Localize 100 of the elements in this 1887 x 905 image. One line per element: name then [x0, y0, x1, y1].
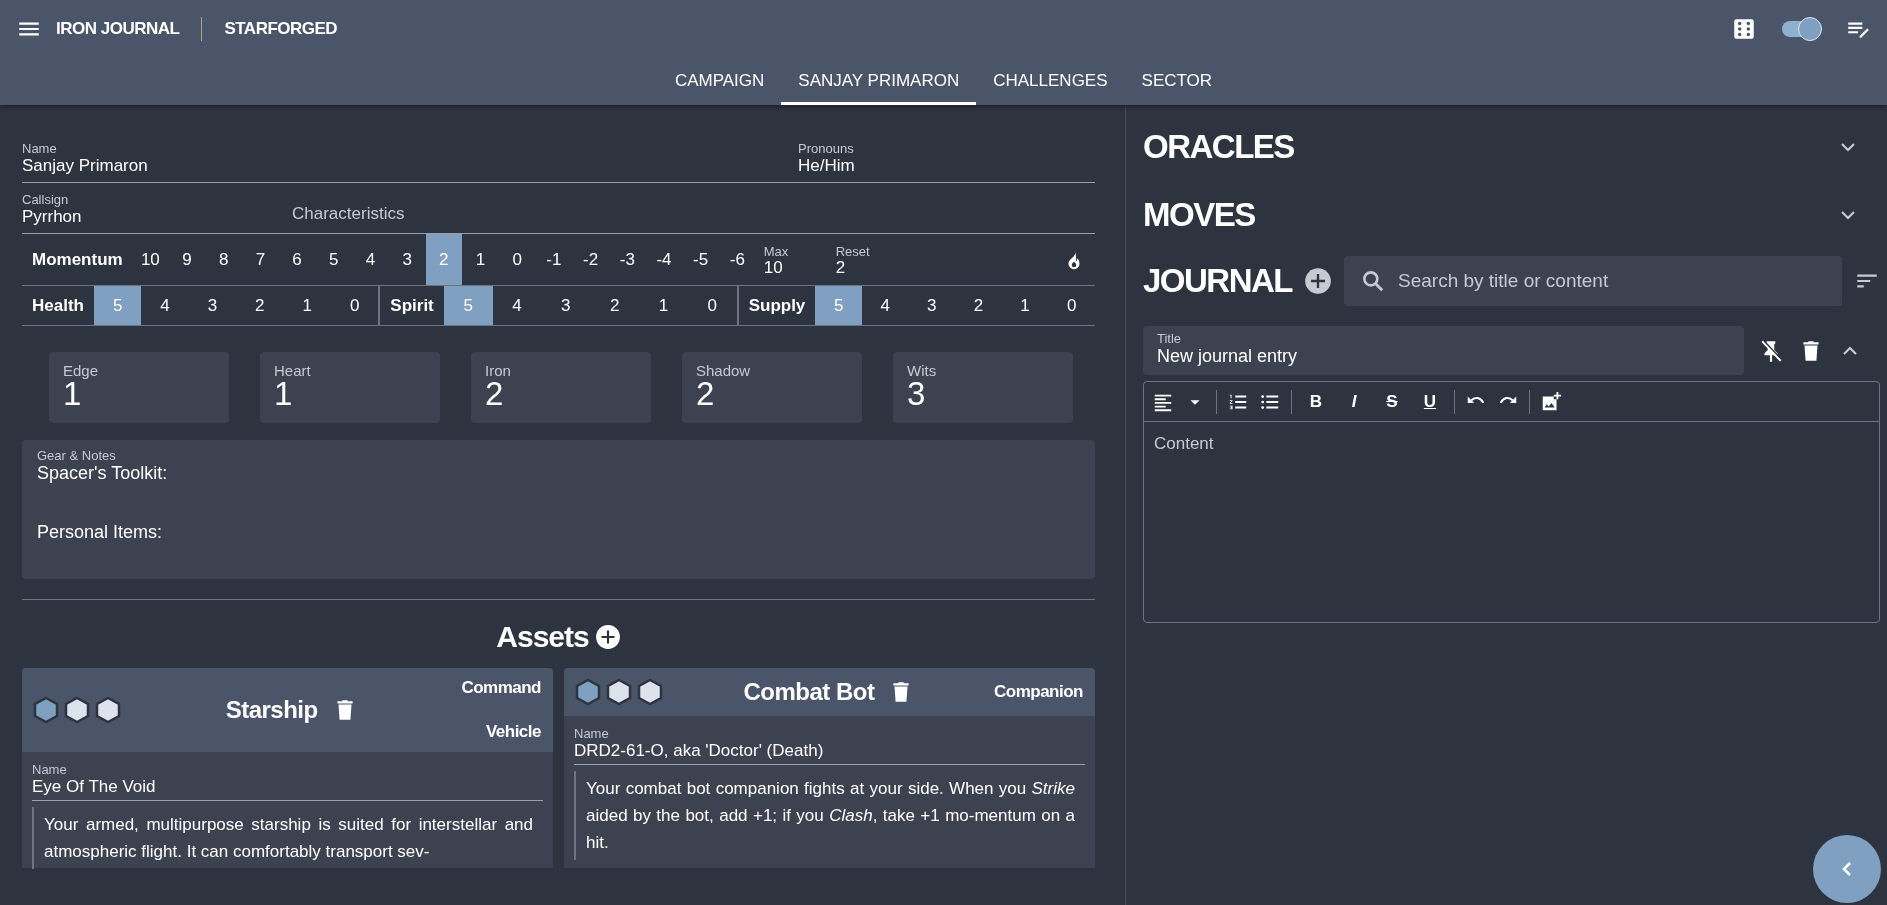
asset-type: Vehicle: [485, 722, 541, 742]
field-label: Name: [574, 726, 610, 741]
content-placeholder: Content: [1153, 433, 1215, 455]
track-value[interactable]: 7: [242, 234, 279, 285]
asset-title: Starship: [225, 696, 318, 724]
track-value[interactable]: 10: [132, 234, 169, 285]
section-heading: MOVES: [1143, 196, 1255, 234]
field-value[interactable]: 10: [763, 258, 828, 276]
stat-card[interactable]: Shadow 2: [682, 352, 862, 423]
stat-value: 1: [63, 379, 82, 409]
italic-button[interactable]: I: [1340, 387, 1368, 416]
track-value[interactable]: -6: [719, 234, 756, 285]
track-value[interactable]: 2: [955, 286, 1002, 325]
stat-card[interactable]: Wits 3: [893, 352, 1073, 423]
app-title: IRON JOURNAL: [56, 18, 180, 39]
stat-label: Heart: [274, 362, 312, 379]
track-value[interactable]: 3: [188, 286, 237, 325]
tab[interactable]: CAMPAIGN: [657, 57, 782, 105]
section-heading: JOURNAL: [1143, 262, 1292, 300]
notes-field[interactable]: Gear & Notes Spacer's Toolkit: Personal Items:: [22, 440, 1095, 579]
track-value[interactable]: 4: [352, 234, 389, 285]
section-heading: ORACLES: [1143, 128, 1294, 166]
section-heading: Assets: [496, 620, 589, 654]
field-label: Title: [1157, 331, 1183, 346]
track-value[interactable]: 3: [541, 286, 591, 325]
stat-label: Edge: [63, 362, 100, 379]
track-value[interactable]: 0: [1048, 286, 1095, 325]
stat-label: Shadow: [696, 362, 752, 379]
strikethrough-button[interactable]: S: [1378, 387, 1406, 416]
field-value[interactable]: Pyrrhon: [22, 207, 292, 227]
tab[interactable]: SECTOR: [1124, 57, 1230, 105]
stat-value: 2: [696, 379, 715, 409]
stat-card[interactable]: Heart 1: [260, 352, 440, 423]
rich-text-editor[interactable]: B I S U Content: [1143, 381, 1880, 623]
track-value[interactable]: 3: [388, 234, 426, 285]
hexagon-checkbox[interactable]: [636, 678, 664, 706]
track-value[interactable]: -4: [645, 234, 683, 285]
track-value[interactable]: 0: [687, 286, 737, 325]
track-label: Spirit: [389, 295, 435, 316]
field-label: Pronouns: [798, 141, 855, 156]
app-subtitle: STARFORGED: [224, 18, 338, 39]
add-icon[interactable]: [1304, 267, 1332, 295]
stat-label: Iron: [485, 362, 512, 379]
track-value[interactable]: 9: [168, 234, 206, 285]
track-value[interactable]: -2: [572, 234, 609, 285]
track-label: Momentum: [31, 249, 124, 270]
track-value[interactable]: 2: [590, 286, 640, 325]
asset-type: Companion: [994, 682, 1083, 702]
field-value[interactable]: He/Him: [798, 156, 1095, 176]
field-value[interactable]: 2: [835, 258, 900, 276]
track-value[interactable]: 4: [492, 286, 542, 325]
stat-card[interactable]: Edge 1: [49, 352, 229, 423]
track-value[interactable]: 5: [315, 234, 353, 285]
track-value[interactable]: 4: [861, 286, 909, 325]
track-value[interactable]: -5: [682, 234, 719, 285]
track-label: Supply: [747, 295, 807, 316]
field-value[interactable]: Sanjay Primaron: [22, 156, 798, 176]
field-label: Reset: [835, 243, 871, 259]
track-value[interactable]: 1: [639, 286, 688, 325]
search-field[interactable]: Search by title or content: [1344, 256, 1842, 306]
hexagon-checkbox[interactable]: [605, 678, 633, 706]
track-value[interactable]: 1: [462, 234, 499, 285]
bold-button[interactable]: B: [1302, 387, 1330, 416]
asset-title: Combat Bot: [743, 678, 875, 706]
asset-description: Your combat bot companion fights at your side. When you Strike aided by the bot, add +1; if you Clash, take +1 mo-mentum on a hit.: [574, 771, 1085, 860]
tab[interactable]: CHALLENGES: [976, 57, 1125, 105]
hexagon-checkbox[interactable]: [94, 696, 122, 724]
stat-card[interactable]: Iron 2: [471, 352, 651, 423]
track-value[interactable]: 8: [205, 234, 243, 285]
add-image-icon[interactable]: [1540, 390, 1562, 413]
track-value[interactable]: -1: [535, 234, 573, 285]
track-value[interactable]: 0: [330, 286, 379, 325]
field-label: Name: [32, 762, 68, 777]
hexagon-checkbox[interactable]: [32, 696, 60, 724]
field-value[interactable]: DRD2-61-O, aka 'Doctor' (Death): [574, 741, 1085, 761]
characteristics-field[interactable]: Characteristics: [292, 192, 1095, 227]
track-value[interactable]: 3: [908, 286, 956, 325]
track-value[interactable]: 1: [1001, 286, 1049, 325]
hexagon-checkbox[interactable]: [574, 678, 602, 706]
underline-button[interactable]: U: [1416, 387, 1444, 416]
track-value[interactable]: 0: [498, 234, 536, 285]
add-icon[interactable]: [594, 624, 621, 650]
tab[interactable]: SANJAY PRIMARON: [781, 57, 977, 105]
track-value[interactable]: -3: [608, 234, 646, 285]
notes-line: Personal Items:: [37, 522, 164, 543]
asset-description: Your armed, multipurpose starship is suited for interstellar and atmospheric flight. It can comfortably transport sev-: [32, 807, 543, 869]
accordion-header[interactable]: ORACLES: [1143, 113, 1880, 181]
field-value[interactable]: Eye Of The Void: [32, 777, 543, 797]
field-label: Gear & Notes: [37, 448, 117, 463]
hexagon-checkbox[interactable]: [63, 696, 91, 724]
title-field[interactable]: Title New journal entry: [1143, 326, 1744, 375]
track-value[interactable]: 2: [236, 286, 284, 325]
track-value[interactable]: 6: [278, 234, 316, 285]
accordion-header[interactable]: MOVES: [1143, 181, 1880, 249]
track-value[interactable]: 1: [283, 286, 331, 325]
field-value: New journal entry: [1157, 346, 1299, 367]
asset-type: Command: [461, 678, 541, 698]
track-value[interactable]: 4: [141, 286, 189, 325]
stat-value: 2: [485, 379, 504, 409]
stat-value: 3: [907, 379, 926, 409]
